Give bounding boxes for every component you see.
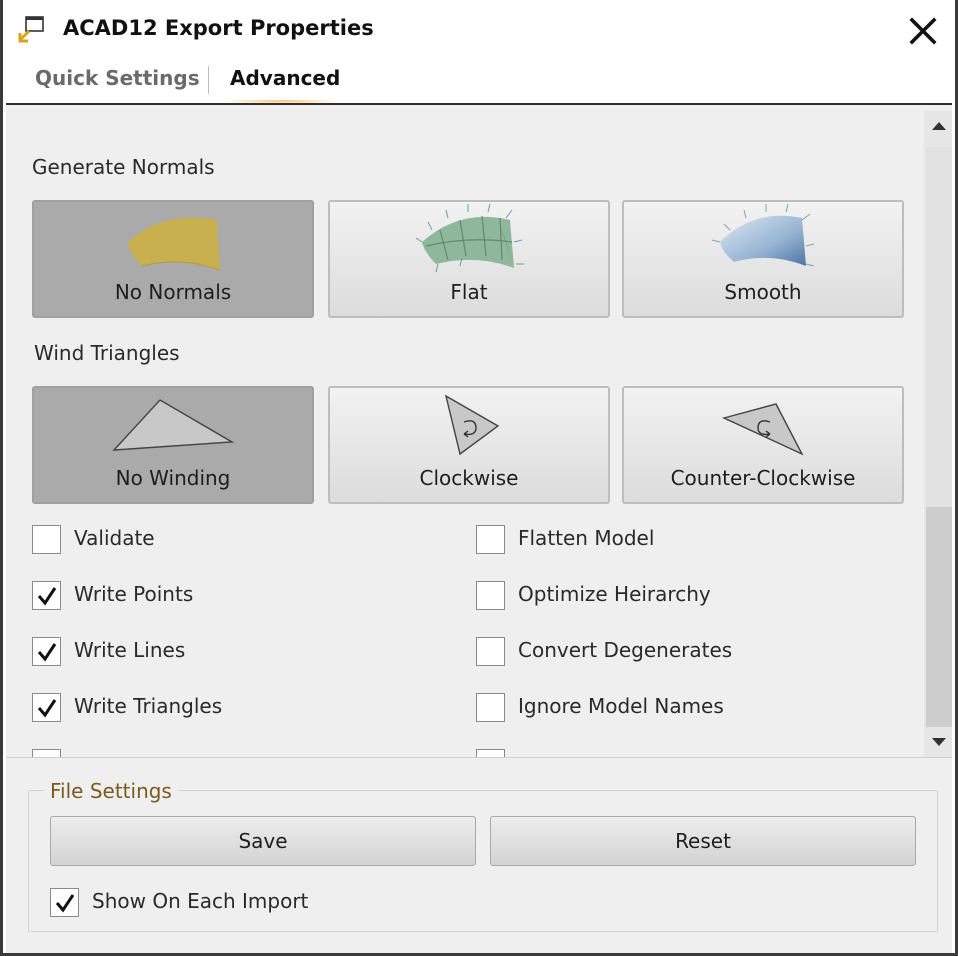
show-on-import-label: Show On Each Import xyxy=(92,889,309,913)
no-normals-button[interactable]: No Normals xyxy=(32,200,314,318)
flatten-model-checkbox-row[interactable]: Flatten Model xyxy=(476,525,876,555)
smooth-normals-button[interactable]: Smooth xyxy=(622,200,904,318)
advanced-settings-panel: Generate Normals No Normals Flat Smooth … xyxy=(6,105,952,757)
hidden-checkbox-row-right[interactable] xyxy=(476,749,516,757)
export-properties-dialog: ACAD12 Export Properties Quick Settings … xyxy=(0,0,958,956)
checkmark-icon xyxy=(55,894,75,913)
write-points-label: Write Points xyxy=(74,582,194,606)
ignore-model-names-checkbox-row[interactable]: Ignore Model Names xyxy=(476,693,876,723)
tab-bar: Quick Settings Advanced xyxy=(3,60,955,106)
checkmark-icon xyxy=(37,699,57,718)
optimize-hierarchy-label: Optimize Heirarchy xyxy=(518,582,711,606)
clockwise-label: Clockwise xyxy=(419,466,519,490)
show-on-import-checkbox-row[interactable]: Show On Each Import xyxy=(50,888,370,918)
optimize-hierarchy-checkbox-row[interactable]: Optimize Heirarchy xyxy=(476,581,876,611)
reset-button[interactable]: Reset xyxy=(490,816,916,866)
write-lines-checkbox-row[interactable]: Write Lines xyxy=(32,637,332,667)
arrow-up-icon xyxy=(932,122,946,130)
write-lines-checkbox[interactable] xyxy=(32,637,61,666)
arrow-down-icon xyxy=(932,738,946,746)
scroll-track[interactable] xyxy=(926,147,952,507)
validate-checkbox-row[interactable]: Validate xyxy=(32,525,332,555)
clipped-checkbox-left[interactable] xyxy=(32,749,61,757)
scroll-down-button[interactable] xyxy=(924,727,952,757)
save-button[interactable]: Save xyxy=(50,816,476,866)
checkmark-icon xyxy=(37,643,57,662)
optimize-hierarchy-checkbox[interactable] xyxy=(476,581,505,610)
title-bar: ACAD12 Export Properties xyxy=(3,0,955,60)
scroll-thumb[interactable] xyxy=(926,507,952,727)
convert-degenerates-checkbox[interactable] xyxy=(476,637,505,666)
hidden-checkbox-row-left[interactable] xyxy=(32,749,72,757)
checkmark-icon xyxy=(37,587,57,606)
no-normals-label: No Normals xyxy=(114,280,232,304)
write-triangles-checkbox-row[interactable]: Write Triangles xyxy=(32,693,332,723)
no-winding-button[interactable]: No Winding xyxy=(32,386,314,504)
flatten-model-checkbox[interactable] xyxy=(476,525,505,554)
no-winding-label: No Winding xyxy=(115,466,231,490)
export-icon xyxy=(18,16,44,43)
show-on-import-checkbox[interactable] xyxy=(50,888,79,917)
scroll-up-button[interactable] xyxy=(924,111,952,141)
settings-scroll-area: Generate Normals No Normals Flat Smooth … xyxy=(6,105,922,757)
clipped-checkbox-right[interactable] xyxy=(476,749,505,757)
flatten-model-label: Flatten Model xyxy=(518,526,655,550)
clockwise-button[interactable]: Clockwise xyxy=(328,386,610,504)
smooth-label: Smooth xyxy=(724,280,802,304)
close-button[interactable] xyxy=(903,12,943,52)
convert-degenerates-checkbox-row[interactable]: Convert Degenerates xyxy=(476,637,876,667)
wind-triangles-label: Wind Triangles xyxy=(34,341,180,365)
counter-clockwise-button[interactable]: Counter-Clockwise xyxy=(622,386,904,504)
file-settings-title: File Settings xyxy=(44,779,178,803)
tab-advanced[interactable]: Advanced xyxy=(230,66,340,90)
flat-label: Flat xyxy=(450,280,488,304)
write-triangles-checkbox[interactable] xyxy=(32,693,61,722)
ignore-model-names-label: Ignore Model Names xyxy=(518,694,724,718)
write-lines-label: Write Lines xyxy=(74,638,186,662)
close-icon xyxy=(909,17,937,45)
counter-clockwise-label: Counter-Clockwise xyxy=(670,466,856,490)
validate-checkbox[interactable] xyxy=(32,525,61,554)
ignore-model-names-checkbox[interactable] xyxy=(476,693,505,722)
tab-separator xyxy=(208,66,209,94)
vertical-scrollbar[interactable] xyxy=(924,111,952,757)
dialog-title: ACAD12 Export Properties xyxy=(63,16,374,40)
write-triangles-label: Write Triangles xyxy=(74,694,223,718)
write-points-checkbox-row[interactable]: Write Points xyxy=(32,581,332,611)
convert-degenerates-label: Convert Degenerates xyxy=(518,638,733,662)
tab-quick-settings[interactable]: Quick Settings xyxy=(35,66,200,90)
flat-normals-button[interactable]: Flat xyxy=(328,200,610,318)
write-points-checkbox[interactable] xyxy=(32,581,61,610)
generate-normals-label: Generate Normals xyxy=(32,155,215,179)
validate-label: Validate xyxy=(74,526,155,550)
file-settings-section: File Settings Save Reset Show On Each Im… xyxy=(6,757,952,953)
